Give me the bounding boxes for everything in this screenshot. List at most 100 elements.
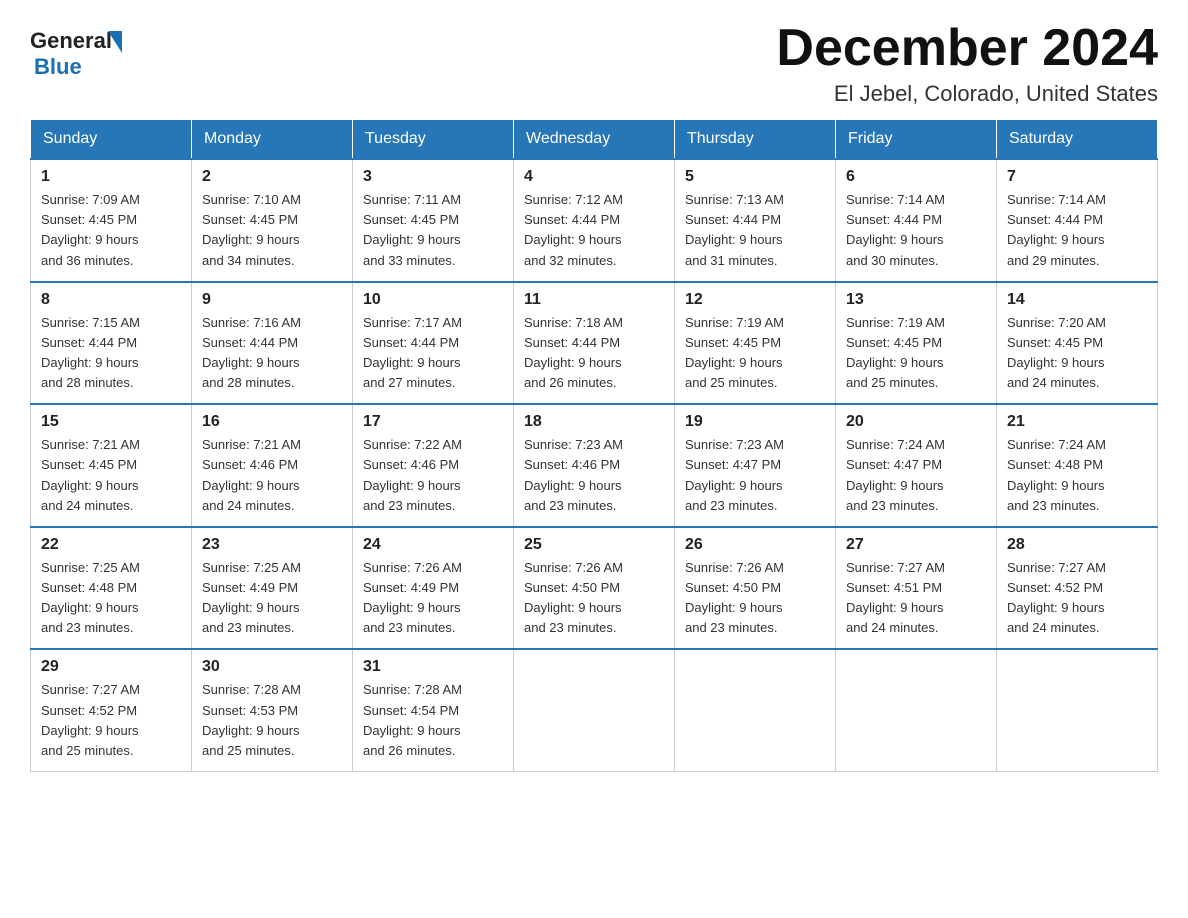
weekday-header: Wednesday [514,120,675,160]
header: General Blue December 2024 El Jebel, Col… [30,20,1158,107]
calendar-day-cell: 25 Sunrise: 7:26 AM Sunset: 4:50 PM Dayl… [514,527,675,650]
calendar-day-cell: 4 Sunrise: 7:12 AM Sunset: 4:44 PM Dayli… [514,159,675,282]
calendar-week-row: 29 Sunrise: 7:27 AM Sunset: 4:52 PM Dayl… [31,649,1158,771]
weekday-header: Saturday [997,120,1158,160]
day-number: 27 [846,536,986,554]
day-number: 4 [524,168,664,186]
weekday-header: Tuesday [353,120,514,160]
calendar-day-cell: 28 Sunrise: 7:27 AM Sunset: 4:52 PM Dayl… [997,527,1158,650]
calendar-day-cell: 29 Sunrise: 7:27 AM Sunset: 4:52 PM Dayl… [31,649,192,771]
day-info: Sunrise: 7:24 AM Sunset: 4:47 PM Dayligh… [846,435,986,516]
day-number: 29 [41,658,181,676]
calendar-table: SundayMondayTuesdayWednesdayThursdayFrid… [30,119,1158,772]
page-subtitle: El Jebel, Colorado, United States [776,81,1158,107]
calendar-day-cell: 13 Sunrise: 7:19 AM Sunset: 4:45 PM Dayl… [836,282,997,405]
day-number: 5 [685,168,825,186]
calendar-day-cell: 16 Sunrise: 7:21 AM Sunset: 4:46 PM Dayl… [192,404,353,527]
day-info: Sunrise: 7:21 AM Sunset: 4:45 PM Dayligh… [41,435,181,516]
calendar-day-cell: 9 Sunrise: 7:16 AM Sunset: 4:44 PM Dayli… [192,282,353,405]
day-info: Sunrise: 7:19 AM Sunset: 4:45 PM Dayligh… [685,313,825,394]
calendar-day-cell: 18 Sunrise: 7:23 AM Sunset: 4:46 PM Dayl… [514,404,675,527]
day-number: 13 [846,291,986,309]
day-info: Sunrise: 7:25 AM Sunset: 4:49 PM Dayligh… [202,558,342,639]
day-number: 20 [846,413,986,431]
day-info: Sunrise: 7:12 AM Sunset: 4:44 PM Dayligh… [524,190,664,271]
day-number: 14 [1007,291,1147,309]
day-number: 6 [846,168,986,186]
day-number: 28 [1007,536,1147,554]
day-info: Sunrise: 7:20 AM Sunset: 4:45 PM Dayligh… [1007,313,1147,394]
calendar-day-cell: 31 Sunrise: 7:28 AM Sunset: 4:54 PM Dayl… [353,649,514,771]
day-number: 3 [363,168,503,186]
day-number: 24 [363,536,503,554]
calendar-day-cell [997,649,1158,771]
calendar-week-row: 1 Sunrise: 7:09 AM Sunset: 4:45 PM Dayli… [31,159,1158,282]
calendar-day-cell: 23 Sunrise: 7:25 AM Sunset: 4:49 PM Dayl… [192,527,353,650]
day-number: 21 [1007,413,1147,431]
calendar-day-cell: 12 Sunrise: 7:19 AM Sunset: 4:45 PM Dayl… [675,282,836,405]
day-info: Sunrise: 7:13 AM Sunset: 4:44 PM Dayligh… [685,190,825,271]
day-info: Sunrise: 7:16 AM Sunset: 4:44 PM Dayligh… [202,313,342,394]
calendar-day-cell: 14 Sunrise: 7:20 AM Sunset: 4:45 PM Dayl… [997,282,1158,405]
day-number: 23 [202,536,342,554]
day-info: Sunrise: 7:25 AM Sunset: 4:48 PM Dayligh… [41,558,181,639]
calendar-day-cell: 26 Sunrise: 7:26 AM Sunset: 4:50 PM Dayl… [675,527,836,650]
day-info: Sunrise: 7:27 AM Sunset: 4:52 PM Dayligh… [41,680,181,761]
weekday-header: Friday [836,120,997,160]
day-info: Sunrise: 7:24 AM Sunset: 4:48 PM Dayligh… [1007,435,1147,516]
weekday-header-row: SundayMondayTuesdayWednesdayThursdayFrid… [31,120,1158,160]
day-number: 9 [202,291,342,309]
calendar-day-cell: 8 Sunrise: 7:15 AM Sunset: 4:44 PM Dayli… [31,282,192,405]
calendar-day-cell: 24 Sunrise: 7:26 AM Sunset: 4:49 PM Dayl… [353,527,514,650]
day-number: 15 [41,413,181,431]
calendar-day-cell: 20 Sunrise: 7:24 AM Sunset: 4:47 PM Dayl… [836,404,997,527]
calendar-day-cell: 3 Sunrise: 7:11 AM Sunset: 4:45 PM Dayli… [353,159,514,282]
day-number: 1 [41,168,181,186]
calendar-day-cell: 30 Sunrise: 7:28 AM Sunset: 4:53 PM Dayl… [192,649,353,771]
day-info: Sunrise: 7:14 AM Sunset: 4:44 PM Dayligh… [1007,190,1147,271]
day-info: Sunrise: 7:10 AM Sunset: 4:45 PM Dayligh… [202,190,342,271]
calendar-day-cell: 6 Sunrise: 7:14 AM Sunset: 4:44 PM Dayli… [836,159,997,282]
calendar-day-cell: 11 Sunrise: 7:18 AM Sunset: 4:44 PM Dayl… [514,282,675,405]
day-info: Sunrise: 7:28 AM Sunset: 4:53 PM Dayligh… [202,680,342,761]
calendar-day-cell: 21 Sunrise: 7:24 AM Sunset: 4:48 PM Dayl… [997,404,1158,527]
day-number: 31 [363,658,503,676]
day-info: Sunrise: 7:09 AM Sunset: 4:45 PM Dayligh… [41,190,181,271]
day-number: 22 [41,536,181,554]
day-info: Sunrise: 7:26 AM Sunset: 4:50 PM Dayligh… [685,558,825,639]
day-info: Sunrise: 7:26 AM Sunset: 4:49 PM Dayligh… [363,558,503,639]
logo-triangle-icon [108,31,122,53]
logo: General Blue [30,28,122,80]
day-info: Sunrise: 7:28 AM Sunset: 4:54 PM Dayligh… [363,680,503,761]
calendar-day-cell [836,649,997,771]
title-block: December 2024 El Jebel, Colorado, United… [776,20,1158,107]
day-info: Sunrise: 7:23 AM Sunset: 4:47 PM Dayligh… [685,435,825,516]
calendar-week-row: 8 Sunrise: 7:15 AM Sunset: 4:44 PM Dayli… [31,282,1158,405]
day-number: 16 [202,413,342,431]
calendar-day-cell: 10 Sunrise: 7:17 AM Sunset: 4:44 PM Dayl… [353,282,514,405]
calendar-day-cell: 27 Sunrise: 7:27 AM Sunset: 4:51 PM Dayl… [836,527,997,650]
calendar-day-cell: 7 Sunrise: 7:14 AM Sunset: 4:44 PM Dayli… [997,159,1158,282]
calendar-day-cell [514,649,675,771]
day-number: 11 [524,291,664,309]
weekday-header: Sunday [31,120,192,160]
day-info: Sunrise: 7:18 AM Sunset: 4:44 PM Dayligh… [524,313,664,394]
day-number: 7 [1007,168,1147,186]
day-number: 8 [41,291,181,309]
day-number: 12 [685,291,825,309]
logo-general-text: General [30,28,112,54]
calendar-day-cell: 2 Sunrise: 7:10 AM Sunset: 4:45 PM Dayli… [192,159,353,282]
day-number: 17 [363,413,503,431]
day-number: 19 [685,413,825,431]
day-info: Sunrise: 7:17 AM Sunset: 4:44 PM Dayligh… [363,313,503,394]
calendar-day-cell: 22 Sunrise: 7:25 AM Sunset: 4:48 PM Dayl… [31,527,192,650]
day-info: Sunrise: 7:26 AM Sunset: 4:50 PM Dayligh… [524,558,664,639]
calendar-day-cell: 1 Sunrise: 7:09 AM Sunset: 4:45 PM Dayli… [31,159,192,282]
day-info: Sunrise: 7:19 AM Sunset: 4:45 PM Dayligh… [846,313,986,394]
weekday-header: Thursday [675,120,836,160]
calendar-day-cell [675,649,836,771]
calendar-day-cell: 17 Sunrise: 7:22 AM Sunset: 4:46 PM Dayl… [353,404,514,527]
calendar-week-row: 15 Sunrise: 7:21 AM Sunset: 4:45 PM Dayl… [31,404,1158,527]
day-info: Sunrise: 7:23 AM Sunset: 4:46 PM Dayligh… [524,435,664,516]
day-number: 2 [202,168,342,186]
